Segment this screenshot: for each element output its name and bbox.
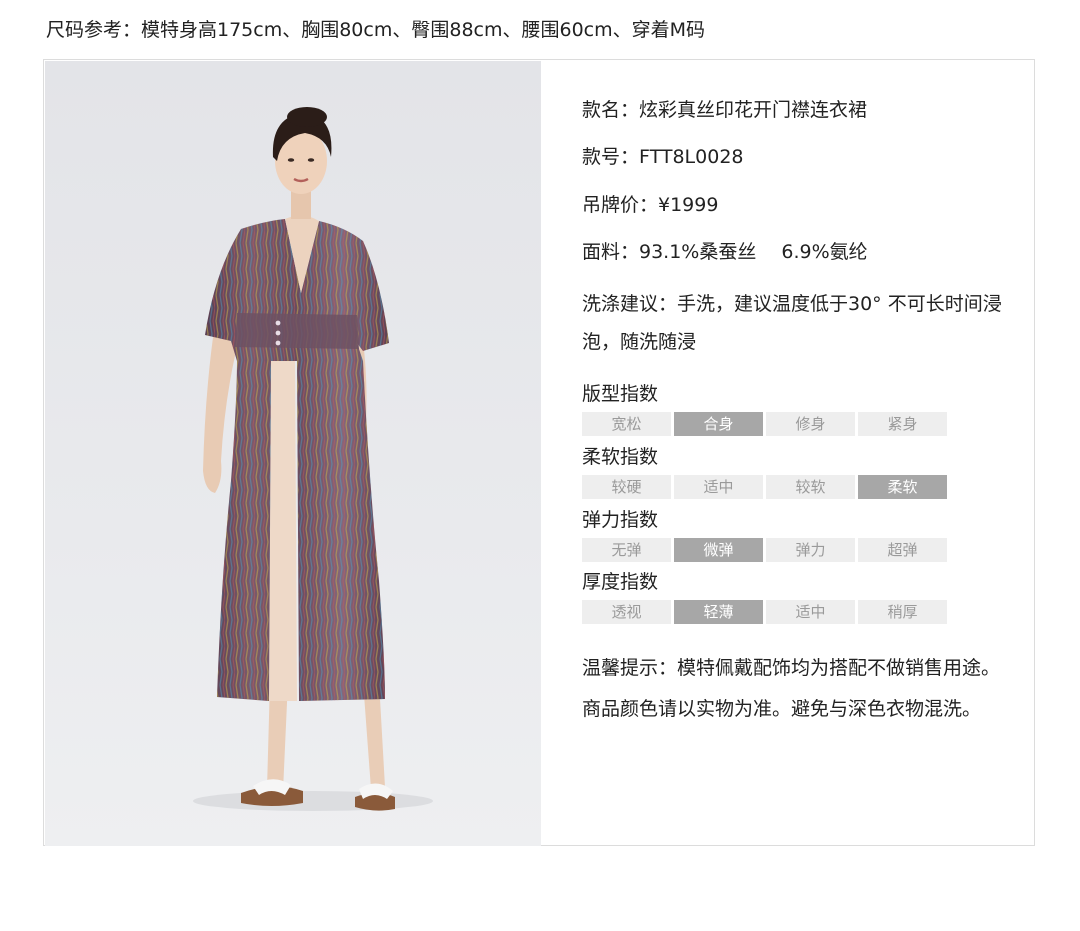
fit-option: 紧身 bbox=[858, 412, 947, 436]
softness-index-title: 柔软指数 bbox=[582, 446, 659, 468]
fit-index-title: 版型指数 bbox=[582, 383, 659, 405]
model-photo-icon bbox=[193, 107, 433, 811]
elasticity-option: 微弹 bbox=[674, 538, 763, 562]
thickness-option: 适中 bbox=[766, 600, 855, 624]
product-name: 款名：炫彩真丝印花开门襟连衣裙 bbox=[582, 99, 868, 121]
elasticity-index-title: 弹力指数 bbox=[582, 509, 659, 531]
softness-option: 柔软 bbox=[858, 475, 947, 499]
elasticity-option: 弹力 bbox=[766, 538, 855, 562]
fit-option: 合身 bbox=[674, 412, 763, 436]
thickness-index-bar: 透视 轻薄 适中 稍厚 bbox=[582, 600, 947, 624]
product-code: 款号：FTT8L0028 bbox=[582, 146, 744, 168]
size-reference: 尺码参考：模特身高175cm、胸围80cm、臀围88cm、腰围60cm、穿着M码 bbox=[46, 19, 706, 41]
thickness-option: 稍厚 bbox=[858, 600, 947, 624]
wash-instructions: 洗涤建议：手洗，建议温度低于30° 不可长时间浸泡，随洗随浸 bbox=[582, 293, 1002, 353]
elasticity-option: 超弹 bbox=[858, 538, 947, 562]
elasticity-index-bar: 无弹 微弹 弹力 超弹 bbox=[582, 538, 947, 562]
fit-option: 宽松 bbox=[582, 412, 671, 436]
softness-option: 较软 bbox=[766, 475, 855, 499]
model-photo bbox=[45, 61, 541, 846]
fit-option: 修身 bbox=[766, 412, 855, 436]
softness-option: 较硬 bbox=[582, 475, 671, 499]
warm-tip: 温馨提示：模特佩戴配饰均为搭配不做销售用途。商品颜色请以实物为准。避免与深色衣物… bbox=[582, 657, 1001, 720]
thickness-option: 轻薄 bbox=[674, 600, 763, 624]
thickness-index-title: 厚度指数 bbox=[582, 571, 659, 593]
softness-option: 适中 bbox=[674, 475, 763, 499]
fit-index-bar: 宽松 合身 修身 紧身 bbox=[582, 412, 947, 436]
product-fabric: 面料：93.1%桑蚕丝 6.9%氨纶 bbox=[582, 241, 868, 263]
product-price: 吊牌价：¥1999 bbox=[582, 194, 719, 216]
elasticity-option: 无弹 bbox=[582, 538, 671, 562]
product-detail-card: 款名：炫彩真丝印花开门襟连衣裙 款号：FTT8L0028 吊牌价：¥1999 面… bbox=[43, 59, 1035, 846]
thickness-option: 透视 bbox=[582, 600, 671, 624]
softness-index-bar: 较硬 适中 较软 柔软 bbox=[582, 475, 947, 499]
